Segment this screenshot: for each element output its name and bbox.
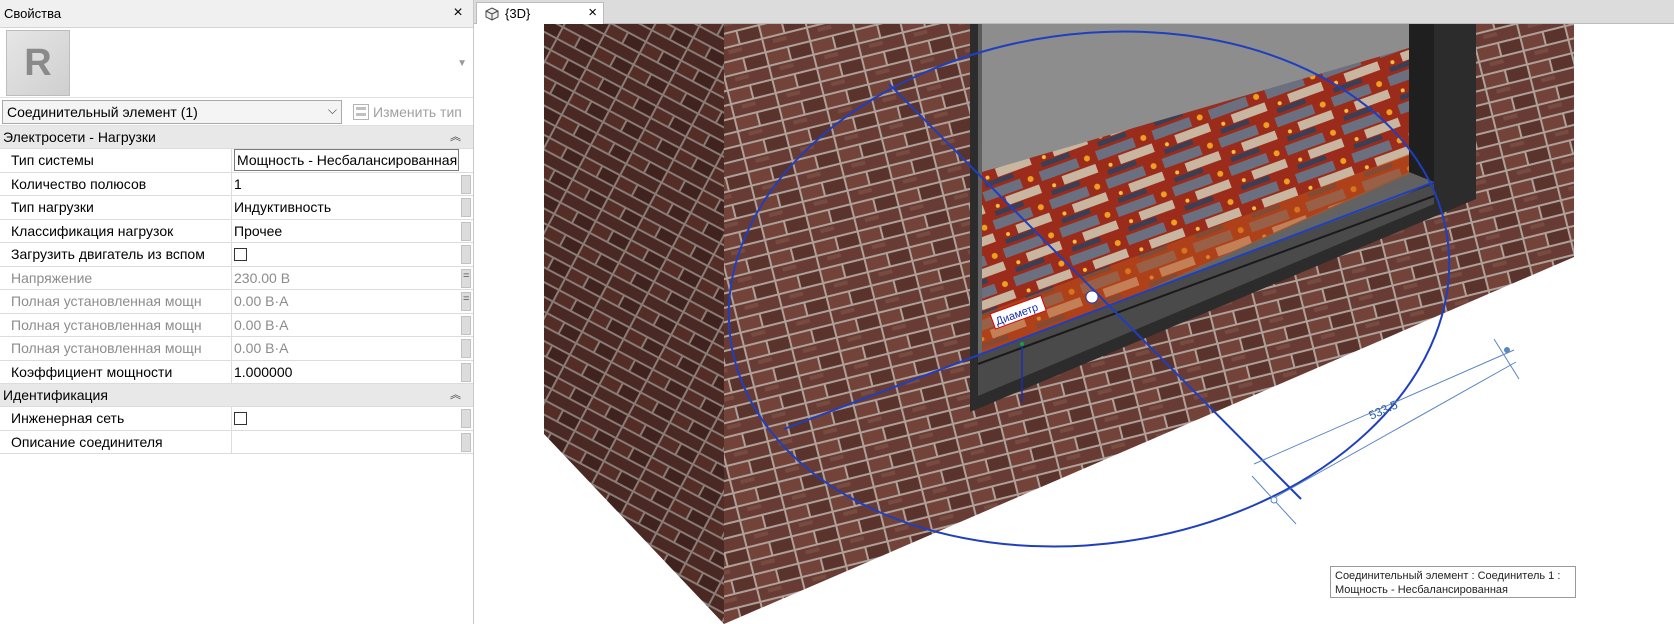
edit-type-button[interactable]: Изменить тип bbox=[348, 100, 467, 124]
properties-title: Свойства bbox=[4, 6, 62, 21]
preview-dropdown-icon[interactable]: ▼ bbox=[457, 58, 467, 69]
type-selector-value: Соединительный элемент (1) bbox=[7, 103, 198, 120]
associate-parameter-button[interactable] bbox=[461, 268, 471, 288]
property-value[interactable]: Мощность - Несбалансированная bbox=[232, 149, 473, 172]
edit-type-label: Изменить тип bbox=[373, 103, 462, 120]
3d-cube-icon bbox=[485, 6, 499, 21]
tooltip-line-1: Соединительный элемент : Соединитель 1 : bbox=[1335, 570, 1561, 582]
group-title: Идентификация bbox=[3, 387, 108, 403]
type-preview: R ▼ bbox=[0, 28, 473, 98]
associate-parameter-button[interactable] bbox=[461, 245, 471, 264]
property-row: Тип системы Мощность - Несбалансированная bbox=[0, 149, 473, 173]
property-name: Коэффициент мощности bbox=[0, 360, 232, 383]
close-icon[interactable]: × bbox=[449, 4, 467, 22]
properties-title-bar: Свойства × bbox=[0, 0, 473, 28]
property-name: Тип нагрузки bbox=[0, 196, 232, 219]
associate-parameter-button[interactable] bbox=[461, 174, 471, 194]
properties-panel: Свойства × R ▼ Соединительный элемент (1… bbox=[0, 0, 474, 624]
property-value-text: 230.00 В bbox=[234, 269, 291, 286]
associate-parameter-button[interactable] bbox=[461, 292, 471, 311]
chevron-down-icon: ⌵ bbox=[327, 102, 337, 117]
edit-type-icon bbox=[353, 103, 369, 120]
property-row: Полная установленная мощн 0.00 В·А bbox=[0, 313, 473, 337]
tab-close-icon[interactable]: × bbox=[588, 4, 597, 21]
view-tab-bar: {3D} × bbox=[474, 0, 1674, 24]
group-title: Электросети - Нагрузки bbox=[3, 129, 156, 145]
associate-parameter-button[interactable] bbox=[461, 409, 471, 428]
collapse-icon[interactable]: ︽ bbox=[450, 128, 461, 144]
tooltip-line-2: Мощность - Несбалансированная bbox=[1335, 584, 1508, 596]
associate-parameter-button[interactable] bbox=[461, 221, 471, 241]
property-name: Полная установленная мощн bbox=[0, 313, 232, 336]
property-edit-field[interactable]: Мощность - Несбалансированная bbox=[234, 149, 459, 172]
3d-viewport[interactable]: Диаметр 533.5 bbox=[474, 24, 1674, 624]
tab-3d-view[interactable]: {3D} × bbox=[476, 2, 604, 24]
property-value[interactable] bbox=[232, 431, 473, 454]
property-row: Тип нагрузки Индуктивность bbox=[0, 196, 473, 220]
property-name: Описание соединителя bbox=[0, 430, 232, 453]
property-name: Инженерная сеть bbox=[0, 407, 232, 430]
property-value-text: Прочее bbox=[234, 222, 283, 239]
checkbox[interactable] bbox=[234, 411, 247, 425]
property-row: Количество полюсов 1 bbox=[0, 172, 473, 196]
property-row: Классификация нагрузок Прочее bbox=[0, 219, 473, 243]
property-name: Классификация нагрузок bbox=[0, 219, 232, 242]
property-row: Описание соединителя bbox=[0, 430, 473, 454]
property-row: Напряжение 230.00 В bbox=[0, 266, 473, 290]
property-value-text: 0.00 В·А bbox=[234, 340, 289, 357]
associate-parameter-button[interactable] bbox=[461, 339, 471, 358]
associate-parameter-button[interactable] bbox=[461, 315, 471, 335]
property-value[interactable] bbox=[232, 243, 473, 266]
property-value: 0.00 В·А bbox=[232, 314, 473, 337]
property-value[interactable]: 1 bbox=[232, 173, 473, 196]
property-row: Загрузить двигатель из вспом bbox=[0, 243, 473, 267]
property-name: Напряжение bbox=[0, 266, 232, 289]
property-value[interactable]: Прочее bbox=[232, 220, 473, 243]
dimension-value[interactable]: 533.5 bbox=[1367, 398, 1400, 423]
property-value-text: 0.00 В·А bbox=[234, 293, 289, 310]
property-name: Количество полюсов bbox=[0, 172, 232, 195]
property-value-text: 1 bbox=[234, 175, 242, 192]
property-value-text: Индуктивность bbox=[234, 199, 332, 216]
property-value-text: 1.000000 bbox=[234, 363, 293, 380]
associate-parameter-button[interactable] bbox=[461, 362, 471, 382]
property-value-text: 0.00 В·А bbox=[234, 316, 289, 333]
property-row: Полная установленная мощн 0.00 В·А bbox=[0, 290, 473, 314]
tab-3d-label: {3D} bbox=[505, 6, 531, 21]
property-row: Полная установленная мощн 0.00 В·А bbox=[0, 337, 473, 361]
type-selector-dropdown[interactable]: Соединительный элемент (1) ⌵ bbox=[2, 99, 342, 124]
associate-parameter-button[interactable] bbox=[461, 432, 471, 452]
property-value: 230.00 В bbox=[232, 267, 473, 290]
type-selector-row: Соединительный элемент (1) ⌵ Изменить ти… bbox=[0, 98, 473, 126]
checkbox[interactable] bbox=[234, 247, 247, 261]
property-value[interactable]: 1.000000 bbox=[232, 361, 473, 384]
property-row: Инженерная сеть bbox=[0, 407, 473, 431]
group-header[interactable]: Идентификация ︽ bbox=[0, 384, 473, 407]
property-value[interactable]: Индуктивность bbox=[232, 196, 473, 219]
property-name: Тип системы bbox=[0, 149, 232, 172]
collapse-icon[interactable]: ︽ bbox=[450, 386, 461, 402]
property-value: 0.00 В·А bbox=[232, 290, 473, 313]
element-tooltip: Соединительный элемент : Соединитель 1 :… bbox=[1330, 566, 1576, 598]
property-name: Полная установленная мощн bbox=[0, 337, 232, 360]
3d-scene[interactable]: Диаметр 533.5 bbox=[474, 24, 1674, 624]
property-name: Полная установленная мощн bbox=[0, 290, 232, 313]
revit-logo-icon: R bbox=[6, 30, 70, 96]
associate-parameter-button[interactable] bbox=[461, 198, 471, 217]
properties-grid: Электросети - Нагрузки ︽ Тип системы Мощнос… bbox=[0, 126, 473, 454]
property-value[interactable] bbox=[232, 407, 473, 430]
property-row: Коэффициент мощности 1.000000 bbox=[0, 360, 473, 384]
group-header[interactable]: Электросети - Нагрузки ︽ bbox=[0, 126, 473, 149]
property-value: 0.00 В·А bbox=[232, 337, 473, 360]
property-name: Загрузить двигатель из вспом bbox=[0, 243, 232, 266]
